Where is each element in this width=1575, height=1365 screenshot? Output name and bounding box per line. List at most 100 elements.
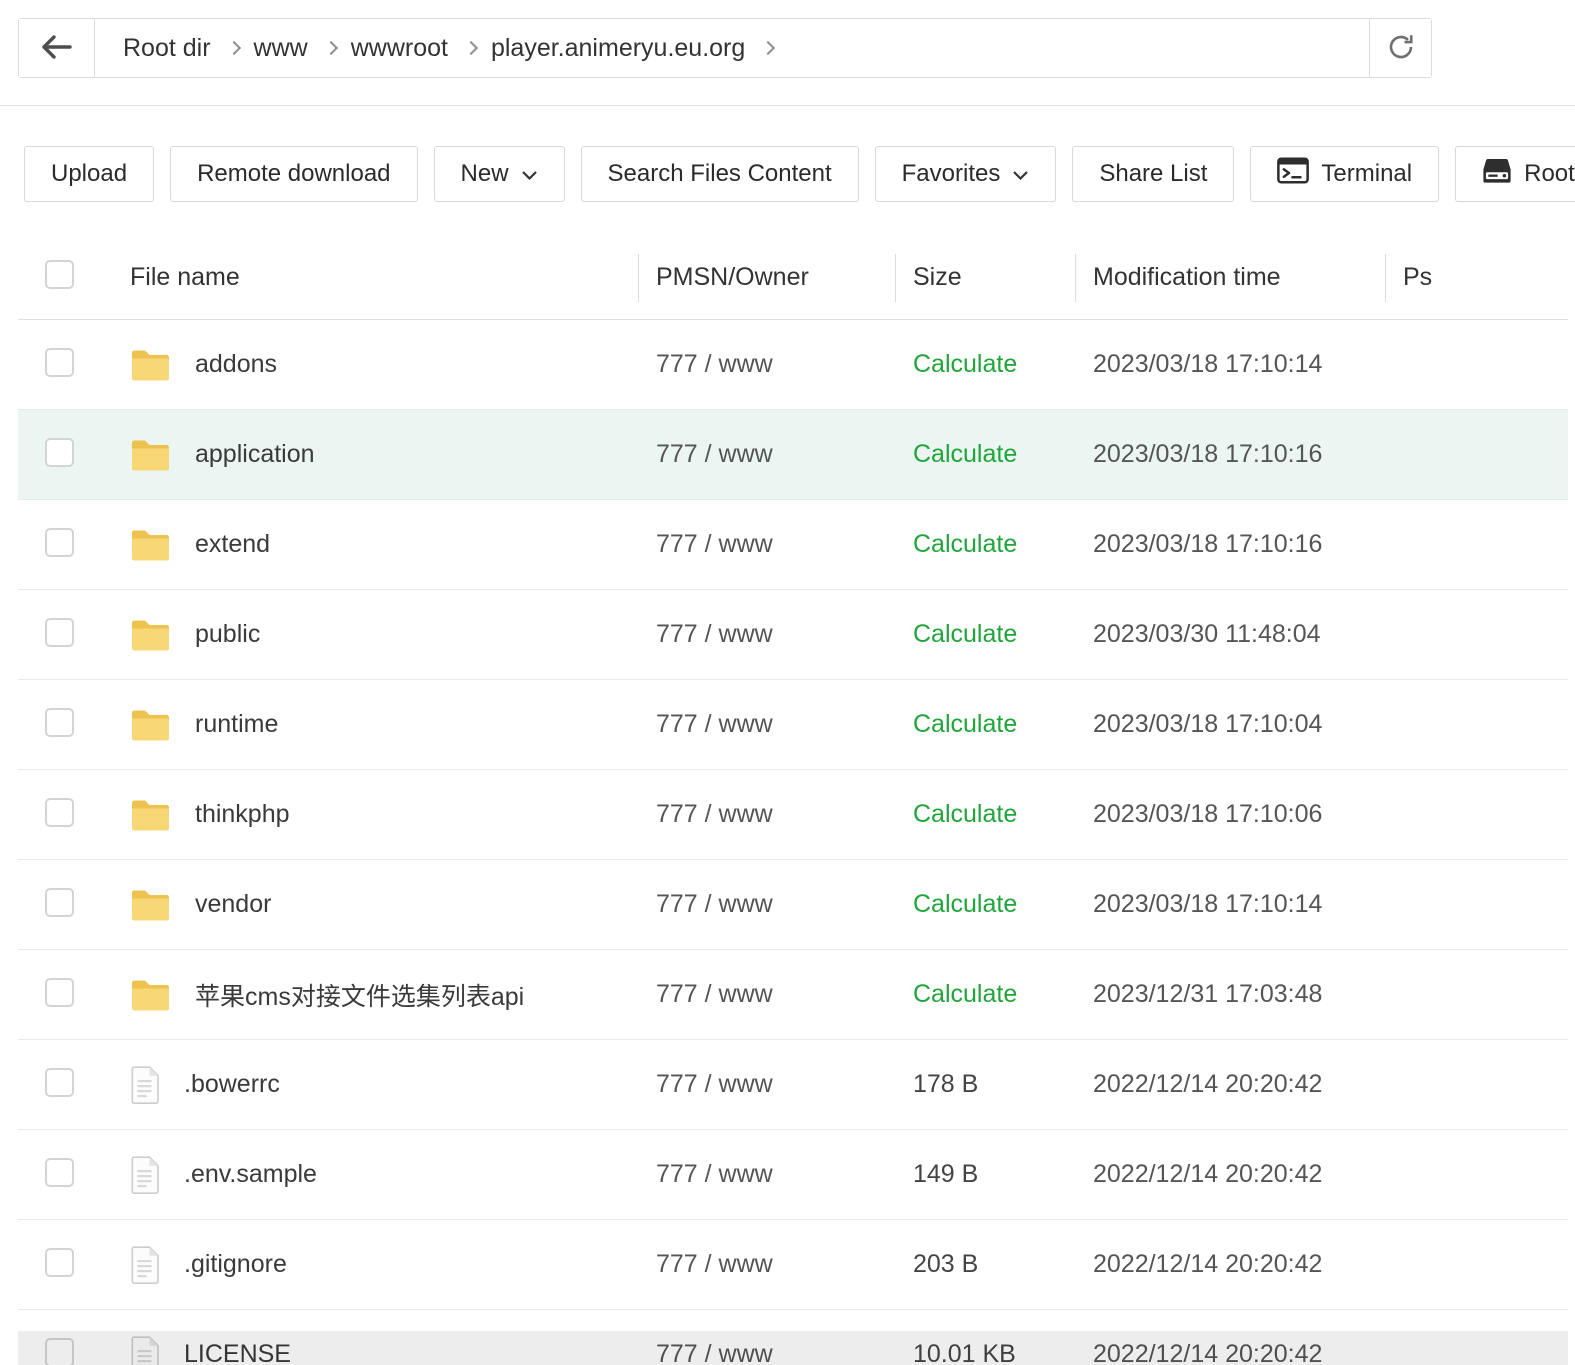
file-size: 10.01 KB	[913, 1340, 1016, 1365]
breadcrumb-item-wwwroot[interactable]: wwwroot	[351, 34, 448, 63]
file-row[interactable]: LICENSE 777 / www 10.01 KB 2022/12/14 20…	[18, 1310, 1568, 1365]
folder-icon	[130, 347, 171, 382]
file-icon	[130, 1336, 160, 1365]
row-checkbox[interactable]	[45, 978, 74, 1007]
file-row[interactable]: addons 777 / www Calculate 2023/03/18 17…	[18, 320, 1568, 410]
calculate-size-link[interactable]: Calculate	[913, 620, 1017, 648]
upload-button[interactable]: Upload	[24, 146, 154, 202]
file-name[interactable]: 苹果cms对接文件选集列表api	[195, 977, 524, 1013]
calculate-size-link[interactable]: Calculate	[913, 890, 1017, 918]
calculate-size-link[interactable]: Calculate	[913, 800, 1017, 828]
folder-icon	[130, 887, 171, 922]
row-checkbox[interactable]	[45, 798, 74, 827]
path-bar: Root dir www wwwroot player.animeryu.eu.…	[18, 18, 1432, 78]
row-checkbox[interactable]	[45, 1068, 74, 1097]
chevron-right-icon	[324, 41, 338, 55]
row-checkbox[interactable]	[45, 1158, 74, 1187]
column-header-filename: File name	[112, 263, 638, 292]
select-all-cell	[18, 260, 112, 296]
row-checkbox[interactable]	[45, 888, 74, 917]
file-name[interactable]: runtime	[195, 710, 278, 739]
file-modification-time: 2023/03/18 17:10:06	[1075, 800, 1385, 829]
row-checkbox[interactable]	[45, 1338, 74, 1365]
new-button[interactable]: New	[434, 146, 565, 202]
file-name[interactable]: vendor	[195, 890, 271, 919]
file-row[interactable]: thinkphp 777 / www Calculate 2023/03/18 …	[18, 770, 1568, 860]
row-checkbox[interactable]	[45, 1248, 74, 1277]
file-name[interactable]: .gitignore	[184, 1250, 287, 1279]
button-label: Root dir (1	[1524, 160, 1575, 188]
file-row[interactable]: public 777 / www Calculate 2023/03/30 11…	[18, 590, 1568, 680]
terminal-button[interactable]: Terminal	[1250, 146, 1439, 202]
file-owner: 777 / www	[638, 980, 895, 1009]
calculate-size-link[interactable]: Calculate	[913, 980, 1017, 1008]
row-checkbox[interactable]	[45, 348, 74, 377]
column-header-size: Size	[895, 263, 1075, 292]
file-owner: 777 / www	[638, 1250, 895, 1279]
breadcrumb-item-root[interactable]: Root dir	[123, 34, 211, 63]
breadcrumb-item-www[interactable]: www	[254, 34, 308, 63]
terminal-icon	[1277, 157, 1309, 191]
file-name-cell: vendor	[112, 887, 638, 922]
file-table: File name PMSN/Owner Size Modification t…	[18, 236, 1568, 1365]
calculate-size-link[interactable]: Calculate	[913, 530, 1017, 558]
row-checkbox-cell	[18, 1248, 112, 1282]
file-modification-time: 2023/03/18 17:10:14	[1075, 350, 1385, 379]
share-list-button[interactable]: Share List	[1072, 146, 1234, 202]
file-icon	[130, 1246, 160, 1284]
file-row[interactable]: 苹果cms对接文件选集列表api 777 / www Calculate 202…	[18, 950, 1568, 1040]
row-checkbox-cell	[18, 888, 112, 922]
column-header-ps: Ps	[1385, 263, 1568, 292]
file-name-cell: addons	[112, 347, 638, 382]
row-checkbox[interactable]	[45, 438, 74, 467]
file-owner: 777 / www	[638, 800, 895, 829]
file-row[interactable]: runtime 777 / www Calculate 2023/03/18 1…	[18, 680, 1568, 770]
file-name[interactable]: public	[195, 620, 260, 649]
row-checkbox-cell	[18, 438, 112, 472]
row-checkbox-cell	[18, 1068, 112, 1102]
refresh-button[interactable]	[1369, 19, 1431, 77]
file-name[interactable]: application	[195, 440, 315, 469]
row-checkbox-cell	[18, 798, 112, 832]
root-dir-button[interactable]: Root dir (1	[1455, 146, 1575, 202]
row-checkbox[interactable]	[45, 618, 74, 647]
file-owner: 777 / www	[638, 1340, 895, 1365]
calculate-size-link[interactable]: Calculate	[913, 350, 1017, 378]
select-all-checkbox[interactable]	[45, 260, 74, 289]
file-name[interactable]: .bowerrc	[184, 1070, 280, 1099]
calculate-size-link[interactable]: Calculate	[913, 710, 1017, 738]
folder-icon	[130, 977, 171, 1012]
search-files-content-button[interactable]: Search Files Content	[581, 146, 859, 202]
file-manager-window: Root dir www wwwroot player.animeryu.eu.…	[0, 0, 1575, 1365]
file-name[interactable]: .env.sample	[184, 1160, 317, 1189]
row-checkbox[interactable]	[45, 528, 74, 557]
calculate-size-link[interactable]: Calculate	[913, 440, 1017, 468]
file-row[interactable]: vendor 777 / www Calculate 2023/03/18 17…	[18, 860, 1568, 950]
breadcrumb-item-site[interactable]: player.animeryu.eu.org	[491, 34, 745, 63]
file-row[interactable]: .gitignore 777 / www 203 B 2022/12/14 20…	[18, 1220, 1568, 1310]
chevron-right-icon	[464, 41, 478, 55]
file-modification-time: 2023/12/31 17:03:48	[1075, 980, 1385, 1009]
remote-download-button[interactable]: Remote download	[170, 146, 417, 202]
file-name[interactable]: extend	[195, 530, 270, 559]
file-name-cell: application	[112, 437, 638, 472]
file-name[interactable]: thinkphp	[195, 800, 290, 829]
file-name[interactable]: LICENSE	[184, 1340, 291, 1365]
column-header-owner: PMSN/Owner	[638, 263, 895, 292]
divider	[0, 105, 1575, 106]
button-label: Terminal	[1321, 160, 1412, 188]
file-size-cell: Calculate	[895, 890, 1075, 919]
file-name[interactable]: addons	[195, 350, 277, 379]
folder-icon	[130, 437, 171, 472]
file-row[interactable]: .env.sample 777 / www 149 B 2022/12/14 2…	[18, 1130, 1568, 1220]
favorites-button[interactable]: Favorites	[875, 146, 1057, 202]
file-row[interactable]: application 777 / www Calculate 2023/03/…	[18, 410, 1568, 500]
row-checkbox[interactable]	[45, 708, 74, 737]
file-owner: 777 / www	[638, 710, 895, 739]
file-row[interactable]: .bowerrc 777 / www 178 B 2022/12/14 20:2…	[18, 1040, 1568, 1130]
column-header-modification-time: Modification time	[1075, 263, 1385, 292]
file-modification-time: 2023/03/18 17:10:16	[1075, 440, 1385, 469]
file-row[interactable]: extend 777 / www Calculate 2023/03/18 17…	[18, 500, 1568, 590]
back-button[interactable]	[19, 19, 95, 77]
file-name-cell: .bowerrc	[112, 1066, 638, 1104]
